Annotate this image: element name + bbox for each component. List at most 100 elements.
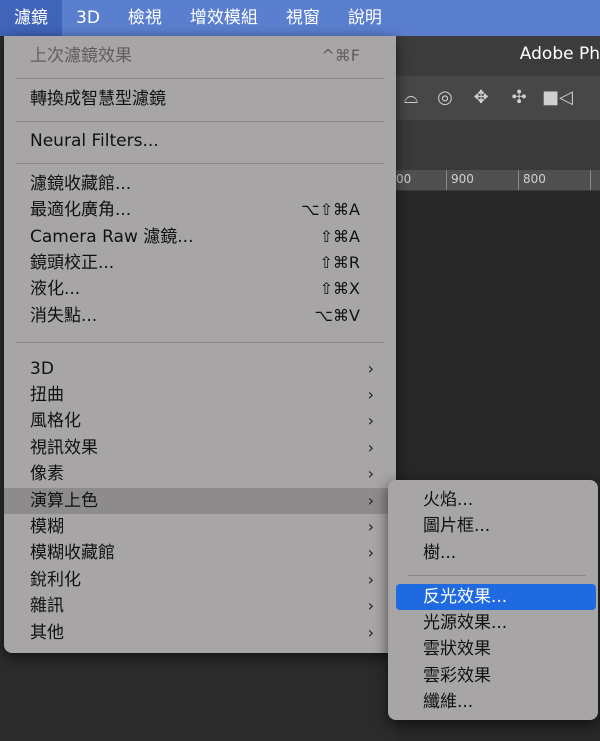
menu-item-label: 鏡頭校正... bbox=[30, 253, 115, 273]
menu-item-pixelate[interactable]: 像素 › bbox=[4, 461, 396, 487]
menu-item-3d[interactable]: 3D › bbox=[4, 356, 396, 382]
app-title: Adobe Ph bbox=[519, 44, 600, 64]
menu-item-label: 濾鏡收藏館... bbox=[30, 174, 132, 194]
menu-item-neural-filters[interactable]: Neural Filters... bbox=[4, 128, 396, 154]
menu-item-convert-smart-filter[interactable]: 轉換成智慧型濾鏡 bbox=[4, 86, 396, 112]
menu-item-label: 轉換成智慧型濾鏡 bbox=[30, 89, 166, 109]
rotate-icon[interactable]: ◎ bbox=[432, 86, 458, 110]
slide-icon[interactable]: ✣ bbox=[506, 86, 532, 110]
ruler-label: 800 bbox=[523, 172, 546, 186]
menu-item-label: 雜訊 bbox=[30, 596, 64, 616]
ruler-tick bbox=[446, 170, 447, 190]
submenu-item-flame[interactable]: 火焰... bbox=[388, 487, 598, 513]
menu-plugins[interactable]: 增效模組 bbox=[176, 0, 272, 36]
options-bar: ⌓ ◎ ✥ ✣ ■◁ bbox=[396, 76, 600, 120]
menu-bar: 濾鏡 3D 檢視 增效模組 視窗 說明 bbox=[0, 0, 600, 36]
menu-item-shortcut: ⇧⌘X bbox=[319, 279, 360, 298]
submenu-item-label: 纖維... bbox=[423, 692, 474, 712]
menu-item-vanishing-point[interactable]: 消失點... ⌥⌘V bbox=[4, 303, 396, 329]
submenu-item-label: 雲彩效果 bbox=[423, 666, 491, 686]
menu-separator bbox=[408, 575, 586, 576]
submenu-item-fibers[interactable]: 纖維... bbox=[388, 689, 598, 715]
chevron-right-icon: › bbox=[367, 570, 374, 589]
chevron-right-icon: › bbox=[367, 623, 374, 642]
chevron-right-icon: › bbox=[367, 359, 374, 378]
menu-item-label: 模糊 bbox=[30, 517, 64, 537]
orbit-icon[interactable]: ⌓ bbox=[398, 86, 424, 110]
submenu-item-lighting-effects[interactable]: 光源效果... bbox=[388, 610, 598, 636]
submenu-item-label: 光源效果... bbox=[423, 613, 508, 633]
menu-item-video[interactable]: 視訊效果 › bbox=[4, 435, 396, 461]
submenu-item-clouds[interactable]: 雲狀效果 bbox=[388, 636, 598, 662]
filter-menu: 上次濾鏡效果 ^⌘F 轉換成智慧型濾鏡 Neural Filters... 濾鏡… bbox=[4, 36, 396, 653]
chevron-right-icon: › bbox=[367, 438, 374, 457]
submenu-item-tree[interactable]: 樹... bbox=[388, 540, 598, 566]
menu-item-shortcut: ⌥⌘V bbox=[314, 306, 360, 325]
chevron-right-icon: › bbox=[367, 543, 374, 562]
menu-item-label: 液化... bbox=[30, 279, 81, 299]
document-tabs-bar bbox=[396, 120, 600, 170]
menu-item-filter-gallery[interactable]: 濾鏡收藏館... bbox=[4, 171, 396, 197]
menu-item-shortcut: ⇧⌘A bbox=[319, 227, 360, 246]
menu-separator bbox=[16, 121, 384, 122]
render-submenu: 火焰... 圖片框... 樹... 反光效果... 光源效果... 雲狀效果 雲… bbox=[388, 480, 598, 720]
menu-item-label: Neural Filters... bbox=[30, 131, 159, 151]
menu-item-camera-raw[interactable]: Camera Raw 濾鏡... ⇧⌘A bbox=[4, 224, 396, 250]
menu-separator bbox=[16, 163, 384, 164]
menu-item-adaptive-wide-angle[interactable]: 最適化廣角... ⌥⇧⌘A bbox=[4, 197, 396, 223]
menu-help[interactable]: 說明 bbox=[334, 0, 396, 36]
menu-item-other[interactable]: 其他 › bbox=[4, 620, 396, 646]
menu-view[interactable]: 檢視 bbox=[114, 0, 176, 36]
menu-item-stylize[interactable]: 風格化 › bbox=[4, 408, 396, 434]
menu-item-label: 銳利化 bbox=[30, 570, 81, 590]
menu-item-label: 3D bbox=[30, 359, 54, 379]
menu-item-label: Camera Raw 濾鏡... bbox=[30, 227, 194, 247]
menu-item-label: 模糊收藏館 bbox=[30, 543, 115, 563]
menu-item-last-filter: 上次濾鏡效果 ^⌘F bbox=[4, 43, 396, 69]
menu-item-label: 視訊效果 bbox=[30, 438, 98, 458]
menu-item-label: 上次濾鏡效果 bbox=[30, 46, 132, 66]
menu-window[interactable]: 視窗 bbox=[272, 0, 334, 36]
submenu-item-label: 反光效果... bbox=[423, 587, 508, 607]
chevron-right-icon: › bbox=[367, 491, 374, 510]
chevron-right-icon: › bbox=[367, 385, 374, 404]
menu-filter[interactable]: 濾鏡 bbox=[0, 0, 62, 36]
ruler-label: 900 bbox=[451, 172, 474, 186]
menu-item-liquify[interactable]: 液化... ⇧⌘X bbox=[4, 276, 396, 302]
ruler-tick bbox=[518, 170, 519, 190]
menu-3d[interactable]: 3D bbox=[62, 0, 114, 36]
menu-item-lens-correction[interactable]: 鏡頭校正... ⇧⌘R bbox=[4, 250, 396, 276]
submenu-item-label: 雲狀效果 bbox=[423, 639, 491, 659]
chevron-right-icon: › bbox=[367, 596, 374, 615]
menu-item-render[interactable]: 演算上色 › bbox=[4, 488, 396, 514]
ruler-tick bbox=[590, 170, 591, 190]
menu-separator bbox=[16, 78, 384, 79]
menu-item-shortcut: ^⌘F bbox=[321, 46, 360, 65]
menu-item-shortcut: ⇧⌘R bbox=[319, 253, 360, 272]
menu-item-sharpen[interactable]: 銳利化 › bbox=[4, 567, 396, 593]
menu-item-blur-gallery[interactable]: 模糊收藏館 › bbox=[4, 540, 396, 566]
chevron-right-icon: › bbox=[367, 411, 374, 430]
menu-separator bbox=[16, 342, 384, 343]
submenu-item-difference-clouds[interactable]: 雲彩效果 bbox=[388, 663, 598, 689]
ruler-label: 00 bbox=[396, 172, 412, 186]
chevron-right-icon: › bbox=[367, 464, 374, 483]
submenu-item-picture-frame[interactable]: 圖片框... bbox=[388, 513, 598, 539]
menu-item-label: 風格化 bbox=[30, 411, 81, 431]
menu-item-label: 像素 bbox=[30, 464, 64, 484]
horizontal-ruler: 00 900 800 bbox=[396, 170, 600, 191]
menu-item-label: 消失點... bbox=[30, 306, 98, 326]
menu-item-label: 演算上色 bbox=[30, 491, 98, 511]
menu-item-distort[interactable]: 扭曲 › bbox=[4, 382, 396, 408]
submenu-item-label: 樹... bbox=[423, 543, 457, 563]
chevron-right-icon: › bbox=[367, 517, 374, 536]
menu-item-noise[interactable]: 雜訊 › bbox=[4, 593, 396, 619]
window-title-bar: Adobe Ph bbox=[396, 36, 600, 76]
menu-item-label: 其他 bbox=[30, 623, 64, 643]
video-camera-icon[interactable]: ■◁ bbox=[542, 86, 573, 110]
menu-item-label: 最適化廣角... bbox=[30, 200, 132, 220]
pan-icon[interactable]: ✥ bbox=[468, 86, 494, 110]
submenu-item-lens-flare[interactable]: 反光效果... bbox=[396, 584, 596, 610]
submenu-item-label: 火焰... bbox=[423, 490, 474, 510]
menu-item-blur[interactable]: 模糊 › bbox=[4, 514, 396, 540]
